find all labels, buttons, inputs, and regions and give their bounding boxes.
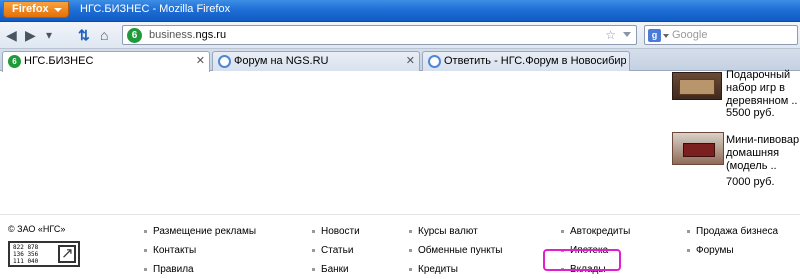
footer-link-banks[interactable]: Банки <box>311 260 360 279</box>
page-footer: © ЗАО «НГС» 822 878 136 356 111 040 Разм… <box>0 222 800 275</box>
tab-label: НГС.БИЗНЕС <box>24 55 94 67</box>
footer-column: Новости Статьи Банки <box>311 222 360 279</box>
chevron-down-icon <box>54 8 62 12</box>
site-identity-icon[interactable]: 6 <box>127 28 142 43</box>
tab-bar: 6 НГС.БИЗНЕС ✕ Форум на NGS.RU ✕ Ответит… <box>0 49 800 72</box>
google-search-engine-icon[interactable]: g <box>648 29 661 42</box>
ngs-site-icon: 6 <box>8 55 21 68</box>
forum-icon <box>428 55 441 68</box>
tab-ngs-business[interactable]: 6 НГС.БИЗНЕС ✕ <box>2 51 210 72</box>
product-sidebar: Подарочный набор игр в деревянном .. 550… <box>664 69 800 214</box>
footer-link-advertising[interactable]: Размещение рекламы <box>143 222 256 241</box>
product-price: 7000 руб. <box>726 176 775 188</box>
sync-arrows-icon[interactable]: ⇅ <box>78 27 90 43</box>
close-icon[interactable]: ✕ <box>196 54 205 67</box>
product-image-games-set[interactable] <box>672 72 722 100</box>
tab-reply-forum[interactable]: Ответить - НГС.Форум в Новосибирске <box>422 51 630 71</box>
dropdown-history-icon[interactable]: ▾ <box>46 27 52 43</box>
product-title-line: набор игр в <box>726 82 785 94</box>
product-price: 5500 руб. <box>726 107 775 119</box>
forum-icon <box>218 55 231 68</box>
page-content: Подарочный набор игр в деревянном .. 550… <box>0 69 800 275</box>
back-arrow-icon[interactable]: ◀ <box>6 27 17 43</box>
product-title[interactable]: Мини-пивовар домашняя (модель .. <box>726 134 799 173</box>
forward-arrow-icon[interactable]: ▶ <box>25 27 36 43</box>
product-title[interactable]: Подарочный набор игр в деревянном .. <box>726 69 797 108</box>
firefox-button-label: Firefox <box>12 3 49 15</box>
bookmark-star-icon[interactable]: ☆ <box>605 28 616 42</box>
footer-link-contacts[interactable]: Контакты <box>143 241 256 260</box>
footer-link-currency[interactable]: Курсы валют <box>408 222 503 241</box>
search-engine-dropdown-icon[interactable] <box>663 34 669 38</box>
highlight-annotation <box>543 249 621 271</box>
footer-divider <box>0 214 800 215</box>
product-title-line: (модель .. <box>726 160 777 172</box>
footer-link-rules[interactable]: Правила <box>143 260 256 279</box>
url-text[interactable]: business.ngs.ru <box>149 29 226 41</box>
footer-link-autocredits[interactable]: Автокредиты <box>560 222 630 241</box>
window-title: НГС.БИЗНЕС - Mozilla Firefox <box>80 3 231 15</box>
footer-link-credits[interactable]: Кредиты <box>408 260 503 279</box>
footer-link-exchange[interactable]: Обменные пункты <box>408 241 503 260</box>
url-domain: ngs.ru <box>195 29 227 41</box>
tab-label: Форум на NGS.RU <box>234 55 329 67</box>
product-title-line: Подарочный <box>726 69 791 81</box>
search-bar[interactable]: g Google <box>644 25 798 45</box>
product-title-line: Мини-пивовар <box>726 134 800 146</box>
footer-column: Размещение рекламы Контакты Правила <box>143 222 256 279</box>
address-bar[interactable]: 6 business.ngs.ru ☆ <box>122 25 637 45</box>
tab-label: Ответить - НГС.Форум в Новосибирске <box>444 55 626 67</box>
url-subdomain: business. <box>149 29 196 41</box>
window-titlebar: Firefox НГС.БИЗНЕС - Mozilla Firefox <box>0 0 800 22</box>
url-dropdown-icon[interactable] <box>623 32 631 37</box>
footer-link-business-sale[interactable]: Продажа бизнеса <box>686 222 778 241</box>
tab-forum-ngs[interactable]: Форум на NGS.RU ✕ <box>212 51 420 71</box>
footer-link-news[interactable]: Новости <box>311 222 360 241</box>
product-title-line: домашняя <box>726 147 780 159</box>
phone-digits: 822 878 136 356 111 040 <box>13 244 39 265</box>
footer-column: Курсы валют Обменные пункты Кредиты <box>408 222 503 279</box>
close-icon[interactable]: ✕ <box>406 54 415 67</box>
search-placeholder: Google <box>672 29 708 41</box>
copyright-text: © ЗАО «НГС» <box>8 224 66 234</box>
home-icon[interactable]: ⌂ <box>100 27 108 43</box>
footer-link-forums[interactable]: Форумы <box>686 241 778 260</box>
navigation-toolbar: ◀ ▶ ▾ ⇅ ⌂ 6 business.ngs.ru ☆ g Google <box>0 22 800 49</box>
firefox-menu-button[interactable]: Firefox <box>3 1 69 18</box>
arrow-icon <box>58 245 76 263</box>
phone-logo[interactable]: 822 878 136 356 111 040 <box>8 241 80 267</box>
footer-link-articles[interactable]: Статьи <box>311 241 360 260</box>
product-image-mini-brewery[interactable] <box>672 132 724 165</box>
footer-column: Продажа бизнеса Форумы <box>686 222 778 260</box>
